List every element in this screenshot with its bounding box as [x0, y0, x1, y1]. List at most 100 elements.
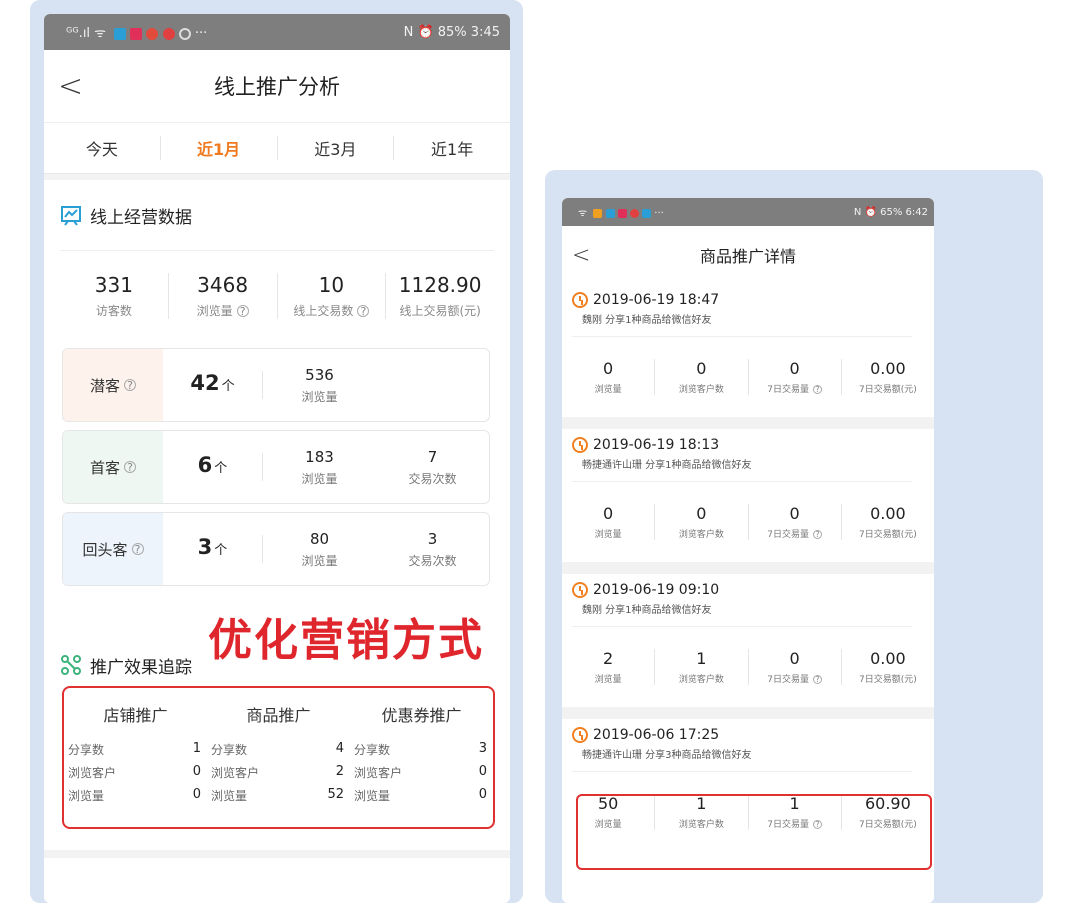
status-left: ᯤ ···	[578, 208, 664, 219]
more-icon: ···	[654, 208, 664, 219]
promo-row: 浏览量 0	[354, 787, 487, 803]
app-icon	[114, 27, 127, 40]
status-bar: ᯤ ··· N ⏰ 65% 6:42	[562, 198, 934, 226]
app-icon	[617, 208, 627, 218]
card-metric: 536 浏览量	[301, 365, 338, 404]
entry-metric: 0 7日交易量?	[749, 649, 842, 685]
card-metric: 183 浏览量	[301, 447, 338, 486]
status-right: N ⏰ 85% 3:45	[403, 24, 500, 40]
promo-title: 商品推广	[246, 706, 311, 725]
divider	[44, 850, 510, 858]
help-icon[interactable]: ?	[357, 305, 370, 317]
promo-row: 浏览客户 0	[354, 764, 487, 780]
tab-1-month[interactable]: 近1月	[161, 136, 278, 160]
entry-metric: 0 浏览量	[562, 504, 656, 540]
entry-metrics: 2 浏览量 1 浏览客户数 0 7日交易量? 0.00 7日交易额(元)	[562, 627, 934, 707]
entry-metric: 1 浏览客户数	[655, 649, 749, 685]
clock-icon	[572, 582, 588, 598]
promo-column: 商品推广 分享数 4 浏览客户 2 浏览量 52	[207, 688, 350, 827]
clock-icon	[572, 727, 588, 743]
tab-1-year[interactable]: 近1年	[394, 136, 510, 160]
help-icon[interactable]: ?	[812, 675, 822, 684]
section-title: 推广效果追踪	[90, 657, 192, 678]
card-count: 6个	[163, 453, 263, 481]
status-bar: ᴳᴳ.ıl ᯤ ··· N ⏰ 85% 3:45	[44, 14, 510, 50]
entry-date: 2019-06-19 09:10	[593, 582, 720, 598]
status-right: N ⏰ 65% 6:42	[853, 206, 928, 218]
share-entry-list: 2019-06-19 18:47 魏刚 分享1种商品给微信好友 0 浏览量 0 浏览客户…	[562, 284, 934, 852]
stat-pageviews: 3468 浏览量?	[169, 272, 278, 319]
divider	[562, 562, 934, 574]
help-icon[interactable]: ?	[812, 530, 822, 539]
trend-chart-icon	[61, 206, 81, 226]
entry-metric: 0 浏览客户数	[655, 504, 749, 540]
promo-column: 优惠券推广 分享数 3 浏览客户 0 浏览量 0	[350, 688, 493, 827]
entry-date: 2019-06-19 18:47	[593, 292, 720, 308]
help-icon[interactable]: ?	[124, 461, 136, 473]
app-icon	[605, 208, 615, 218]
entry-metric: 0 7日交易量?	[749, 504, 842, 540]
customer-cards: 潜客? 42 个 536 浏览量 首客? 6个 183 浏览量 7 交易次数 回头客? 3…	[44, 348, 510, 586]
customer-card[interactable]: 回头客? 3个 80 浏览量 3 交易次数	[62, 512, 490, 586]
promo-row: 浏览客户 2	[211, 764, 344, 780]
divider	[562, 707, 934, 719]
entry-date: 2019-06-06 17:25	[593, 727, 720, 743]
entry-metric: 0 浏览量	[562, 359, 656, 395]
share-entry[interactable]: 2019-06-19 09:10 魏刚 分享1种商品给微信好友 2 浏览量 1 浏览客户…	[562, 574, 934, 707]
back-chevron-icon[interactable]: <	[572, 243, 590, 268]
entry-subtitle: 畅捷通许山珊 分享1种商品给微信好友	[572, 456, 912, 482]
clock-icon	[572, 292, 588, 308]
help-icon[interactable]: ?	[131, 543, 144, 555]
left-phone-screen: ᴳᴳ.ıl ᯤ ··· N ⏰ 85% 3:45 < 线上推广分析 今天 近1月…	[44, 14, 510, 903]
app-icon	[162, 27, 175, 40]
promo-title: 店铺推广	[103, 706, 168, 725]
entry-subtitle: 魏刚 分享1种商品给微信好友	[572, 311, 912, 337]
card-count: 42 个	[163, 371, 263, 399]
card-metric: 3 交易次数	[408, 529, 457, 568]
clock-icon	[572, 437, 588, 453]
section-title: 线上经营数据	[90, 207, 192, 228]
customer-card[interactable]: 潜客? 42 个 536 浏览量	[62, 348, 490, 422]
page-title: 线上推广分析	[214, 75, 340, 99]
stat-transactions: 10 线上交易数?	[278, 272, 387, 319]
share-entry[interactable]: 2019-06-19 18:13 畅捷通许山珊 分享1种商品给微信好友 0 浏览量 0…	[562, 429, 934, 562]
promo-row: 浏览量 52	[211, 787, 344, 803]
app-icon	[642, 208, 652, 218]
help-icon[interactable]: ?	[812, 385, 822, 394]
entry-metric: 0.00 7日交易额(元)	[859, 504, 917, 540]
entry-metrics: 0 浏览量 0 浏览客户数 0 7日交易量? 0.00 7日交易额(元)	[562, 337, 934, 417]
card-label: 回头客?	[63, 513, 163, 585]
period-tabs: 今天 近1月 近3月 近1年	[44, 122, 510, 174]
help-icon[interactable]: ?	[236, 305, 249, 317]
more-icon: ···	[194, 26, 208, 41]
entry-subtitle: 魏刚 分享1种商品给微信好友	[572, 601, 912, 627]
customer-card[interactable]: 首客? 6个 183 浏览量 7 交易次数	[62, 430, 490, 504]
share-entry[interactable]: 2019-06-19 18:47 魏刚 分享1种商品给微信好友 0 浏览量 0 浏览客户…	[562, 284, 934, 417]
promo-title: 优惠券推广	[381, 706, 462, 725]
highlight-box	[576, 794, 932, 870]
tab-3-months[interactable]: 近3月	[278, 136, 395, 160]
card-label: 首客?	[63, 431, 163, 503]
nav-bar: < 线上推广分析	[44, 50, 510, 122]
entry-metric: 2 浏览量	[562, 649, 656, 685]
annotation-text: 优化营销方式	[208, 615, 484, 666]
tab-today[interactable]: 今天	[44, 136, 161, 160]
network-icon	[61, 655, 81, 675]
help-icon[interactable]: ?	[124, 379, 136, 391]
app-icon	[130, 27, 143, 40]
app-icon	[629, 208, 639, 218]
status-left: ᴳᴳ.ıl ᯤ ···	[66, 26, 208, 41]
entry-metric: 0.00 7日交易额(元)	[859, 649, 917, 685]
divider	[562, 417, 934, 429]
entry-date: 2019-06-19 18:13	[593, 437, 720, 453]
nav-bar: < 商品推广详情	[562, 226, 934, 284]
entry-metric: 0 7日交易量?	[749, 359, 842, 395]
page-title: 商品推广详情	[699, 247, 796, 266]
promo-column: 店铺推广 分享数 1 浏览客户 0 浏览量 0	[64, 688, 207, 827]
back-chevron-icon[interactable]: <	[58, 69, 83, 104]
stats-row: 331 访客数 3468 浏览量? 10 线上交易数? 1128.90 线上交易额(元)	[60, 250, 494, 340]
card-count: 3个	[163, 535, 263, 563]
promo-row: 分享数 1	[68, 741, 201, 757]
promo-tracking-box: 店铺推广 分享数 1 浏览客户 0 浏览量 0 商品推广 分享数 4 浏览客户 2 浏览量 52 优惠券推广…	[62, 686, 495, 829]
promo-row: 浏览客户 0	[68, 764, 201, 780]
